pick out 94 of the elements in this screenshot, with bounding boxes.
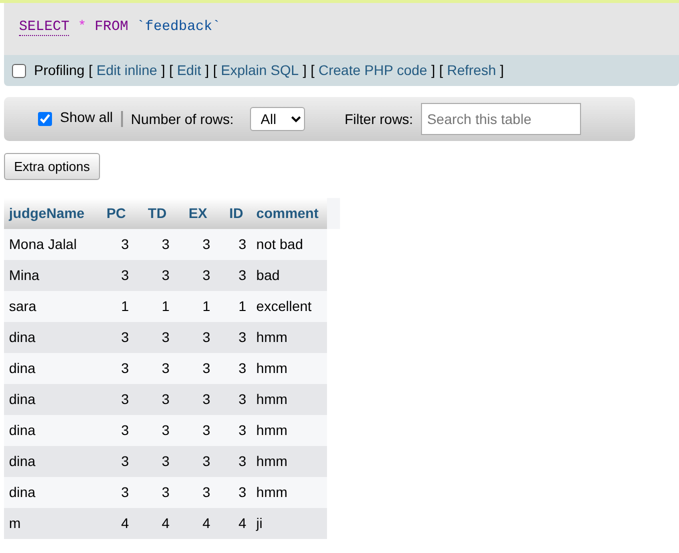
table-cell: 3	[134, 477, 175, 508]
show-all-label: Show all	[60, 108, 113, 126]
table-cell: 4	[92, 508, 134, 539]
table-cell: hmm	[251, 322, 327, 353]
table-cell: excellent	[251, 291, 327, 322]
table-cell: dina	[4, 322, 92, 353]
filter-input[interactable]: Search this table	[421, 103, 582, 135]
table-cell: 1	[215, 291, 252, 322]
bracket: [	[88, 61, 92, 80]
table-cell: dina	[4, 477, 92, 508]
table-cell: sara	[4, 291, 92, 322]
table-cell: 3	[174, 322, 216, 353]
column-header[interactable]: ID	[215, 198, 252, 229]
table-cell: 3	[215, 260, 252, 291]
profiling-checkbox[interactable]	[12, 64, 26, 78]
table-cell: Mina	[4, 260, 92, 291]
table-cell: 3	[215, 229, 252, 260]
table-cell: ji	[251, 508, 327, 539]
rows-label: Number of rows:	[130, 110, 234, 128]
table-cell: 4	[215, 508, 252, 539]
show-all-checkbox[interactable]	[38, 112, 52, 126]
table-cell: 3	[215, 415, 252, 446]
table-cell: not bad	[251, 229, 327, 260]
table-cell: 3	[134, 260, 175, 291]
bracket: [	[310, 61, 314, 80]
sql-table-name: `feedback`	[136, 19, 221, 35]
table-cell: 1	[134, 291, 175, 322]
extra-options-button[interactable]: Extra options	[4, 153, 100, 180]
action-link[interactable]: Refresh	[446, 60, 496, 81]
bracket: [	[439, 61, 443, 80]
action-link[interactable]: Edit inline	[96, 60, 158, 81]
bracket: ]	[205, 61, 209, 80]
table-cell: 3	[92, 353, 134, 384]
column-header[interactable]: judgeName	[4, 198, 92, 229]
table-cell: 3	[174, 446, 216, 477]
sql-keyword: FROM	[94, 19, 128, 35]
table-cell: 4	[134, 508, 175, 539]
table-cell: dina	[4, 415, 92, 446]
column-header[interactable]: comment	[251, 198, 327, 229]
table-cell: 3	[215, 477, 252, 508]
table-cell: 3	[92, 446, 134, 477]
table-cell: 3	[174, 229, 216, 260]
table-cell: dina	[4, 384, 92, 415]
table-cell: 3	[174, 477, 216, 508]
table-cell: dina	[4, 446, 92, 477]
table-cell: 3	[215, 384, 252, 415]
table-cell: 3	[174, 384, 216, 415]
table-cell: 1	[92, 291, 134, 322]
table-cell: 3	[215, 322, 252, 353]
table-cell: 3	[134, 446, 175, 477]
table-cell: dina	[4, 353, 92, 384]
table-cell: 3	[215, 446, 252, 477]
table-cell: 3	[92, 229, 134, 260]
action-link[interactable]: Create PHP code	[318, 60, 428, 81]
bracket: ]	[431, 61, 436, 80]
table-cell: m	[4, 508, 92, 539]
profiling-label: Profiling	[34, 61, 85, 80]
sql-keyword: SELECT	[19, 19, 70, 36]
table-cell: Mona Jalal	[4, 229, 92, 260]
table-cell: hmm	[251, 477, 327, 508]
table-cell: hmm	[251, 415, 327, 446]
table-cell: 3	[92, 415, 134, 446]
table-cell: hmm	[251, 384, 327, 415]
table-cell: 3	[92, 322, 134, 353]
bracket: ]	[161, 61, 166, 80]
table-cell: 3	[215, 353, 252, 384]
table-cell: hmm	[251, 446, 327, 477]
table-cell: 3	[92, 477, 134, 508]
rows-dropdown[interactable]: All	[250, 107, 305, 131]
table-cell: 3	[134, 353, 175, 384]
sql-operator: *	[78, 19, 86, 35]
table-cell: 3	[134, 229, 175, 260]
bracket: ]	[302, 61, 307, 80]
bracket: [	[169, 61, 173, 80]
table-cell: 1	[174, 291, 216, 322]
table-cell: hmm	[251, 353, 327, 384]
action-link[interactable]: Edit	[176, 60, 202, 81]
column-header[interactable]: TD	[134, 198, 175, 229]
table-cell: 3	[92, 384, 134, 415]
filter-label: Filter rows:	[344, 110, 414, 128]
column-header[interactable]: EX	[174, 198, 216, 229]
table-cell: 3	[134, 415, 175, 446]
table-cell: 3	[174, 260, 216, 291]
column-header[interactable]: PC	[92, 198, 134, 229]
table-cell: 3	[134, 384, 175, 415]
table-cell: 3	[174, 415, 216, 446]
table-cell: 3	[174, 353, 216, 384]
table-cell: bad	[251, 260, 327, 291]
table-cell: 3	[134, 322, 175, 353]
action-link[interactable]: Explain SQL	[220, 60, 299, 81]
table-cell: 3	[92, 260, 134, 291]
table-cell: 4	[174, 508, 216, 539]
bracket: ]	[500, 61, 504, 80]
bracket: [	[212, 61, 217, 80]
